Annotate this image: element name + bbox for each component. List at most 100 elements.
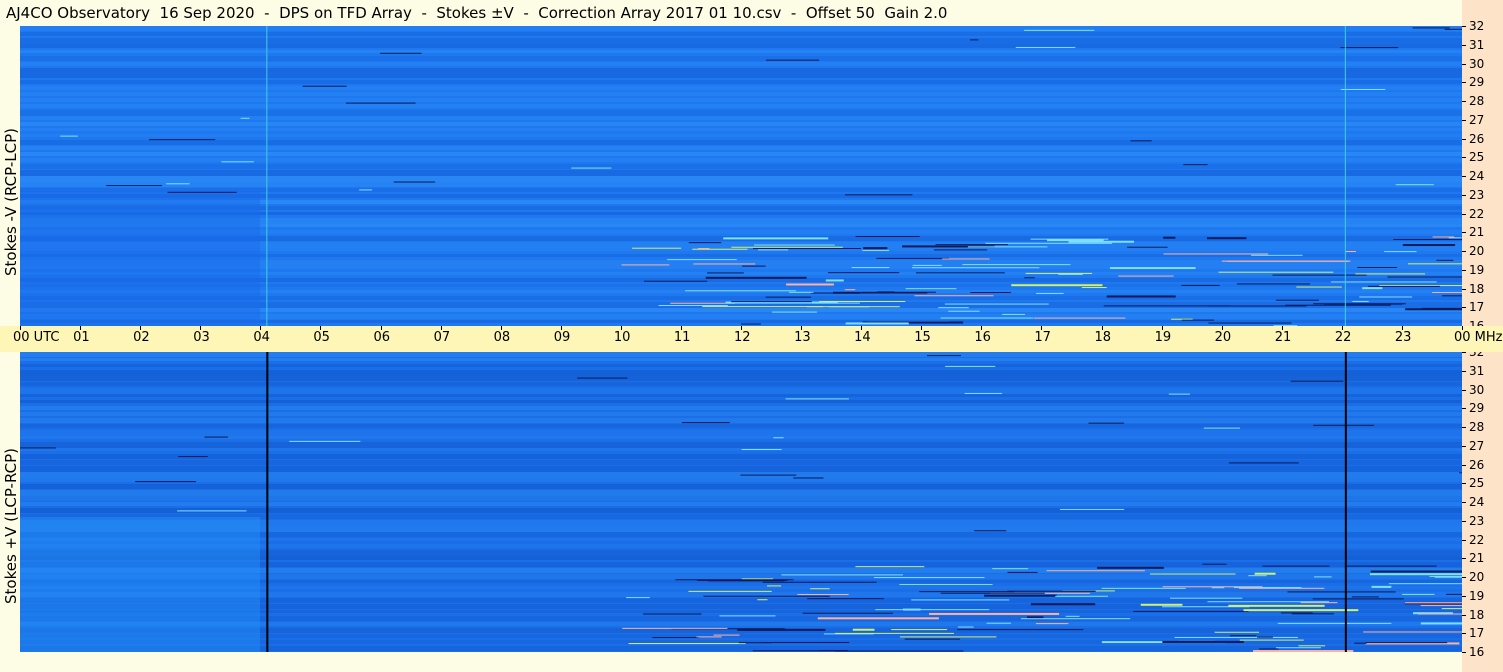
frequency-tick-label: 23 [1469,513,1485,528]
rfi-streak [1446,593,1462,595]
rfi-streak [967,246,1048,248]
time-axis: 00 UTC 01 02 03 04 05 06 07 08 09 10 11 12 13 14 15 16 17… [0,326,1503,352]
rfi-streak [1036,292,1064,294]
rfi-streak [1275,299,1320,301]
time-tick-label: 18 [1094,330,1112,345]
rfi-streak [1020,618,1131,620]
rfi-streak [802,612,894,614]
frequency-band [20,454,1462,459]
rfi-streak [1174,636,1298,638]
frequency-tick-label: 17 [1469,300,1485,315]
frequency-band [20,388,1462,394]
frequency-tick-label: 22 [1469,206,1485,221]
rfi-streak [933,249,988,251]
rfi-streak [1313,424,1375,426]
frequency-tick-label: 27 [1469,112,1485,127]
time-tick-label: 03 [193,330,210,345]
frequency-band [20,430,1462,436]
rfi-streak [1065,615,1080,617]
rfi-streak [760,641,850,643]
rfi-streak [644,280,708,282]
frequency-tick-label: 19 [1469,588,1485,603]
low-frequency-region [20,191,260,326]
rfi-streak [1254,572,1276,575]
frequency-tick-label: 29 [1469,75,1485,90]
rfi-streak [835,632,955,634]
rfi-streak [178,456,208,458]
rfi-streak [1162,640,1244,643]
frequency-band [20,68,1462,74]
rfi-streak [1058,273,1083,275]
title-bar: AJ4CO Observatory 16 Sep 2020 - DPS on T… [0,0,1462,26]
rfi-streak [1149,573,1236,575]
rfi-streak [833,291,861,294]
rfi-streak [786,283,834,286]
rfi-streak [1296,286,1342,288]
rfi-streak [974,530,1007,532]
time-marker-line [266,352,269,652]
rfi-streak [1183,164,1208,166]
rfi-streak [765,296,812,298]
rfi-streak [1355,273,1426,275]
rfi-streak [106,185,162,187]
low-frequency-region [20,517,260,652]
rfi-streak [1287,591,1396,593]
rfi-streak [970,292,1011,294]
rfi-streak [1163,236,1176,239]
rfi-streak [167,191,237,193]
rfi-streak [1203,427,1241,429]
rfi-streak [876,257,950,259]
time-tick-label: 15 [914,330,931,345]
rfi-streak [785,398,849,400]
rfi-streak [1365,642,1448,644]
frequency-band [20,62,1462,66]
frequency-tick-label: 24 [1469,495,1485,509]
frequency-band [20,86,1462,90]
rfi-streak [20,447,56,449]
rfi-streak [688,242,722,244]
rfi-streak [1257,636,1273,638]
rfi-streak [741,449,782,451]
rfi-streak [1208,305,1307,307]
frequency-tick-label: 18 [1469,607,1485,622]
frequency-band [20,164,1462,169]
frequency-tick-label: 20 [1469,570,1485,584]
bottom-margin [0,652,1462,672]
rfi-streak [723,237,829,240]
rfi-streak [681,422,730,424]
rfi-streak [1418,613,1462,615]
rfi-streak [1181,284,1220,286]
time-tick-label: 04 [253,330,270,345]
time-tick-label: 02 [133,330,150,345]
rfi-streak [844,289,856,291]
frequency-band [20,484,1462,489]
bottom-panel-ylabel: Stokes +V (LCP-RCP) [2,448,20,604]
rfi-streak [1420,622,1462,625]
rfi-streak [1221,260,1351,262]
rfi-streak [1272,274,1367,276]
rfi-streak [875,609,990,611]
rfi-streak [1340,88,1386,90]
frequency-band [20,382,1462,386]
rfi-streak [1081,287,1107,289]
rfi-streak [938,307,969,309]
rfi-streak [1035,623,1069,625]
bottom-spectrogram [20,352,1462,652]
frequency-band [20,370,1462,376]
frequency-band [20,358,1462,361]
rfi-streak [828,272,900,274]
rfi-streak [845,322,909,325]
rfi-streak [1055,595,1108,597]
rfi-streak [1290,380,1344,382]
rfi-streak [1362,287,1383,290]
rfi-streak [1214,631,1260,633]
rfi-streak [1236,283,1311,285]
frequency-band [20,146,1462,150]
rfi-streak [914,295,994,297]
rfi-streak [986,622,1011,624]
rfi-streak [1163,253,1269,255]
rfi-streak [1211,587,1225,589]
top-panel-ylabel: Stokes -V (RCP-LCP) [2,128,20,276]
frequency-band [20,448,1462,451]
rfi-streak [1202,563,1227,565]
